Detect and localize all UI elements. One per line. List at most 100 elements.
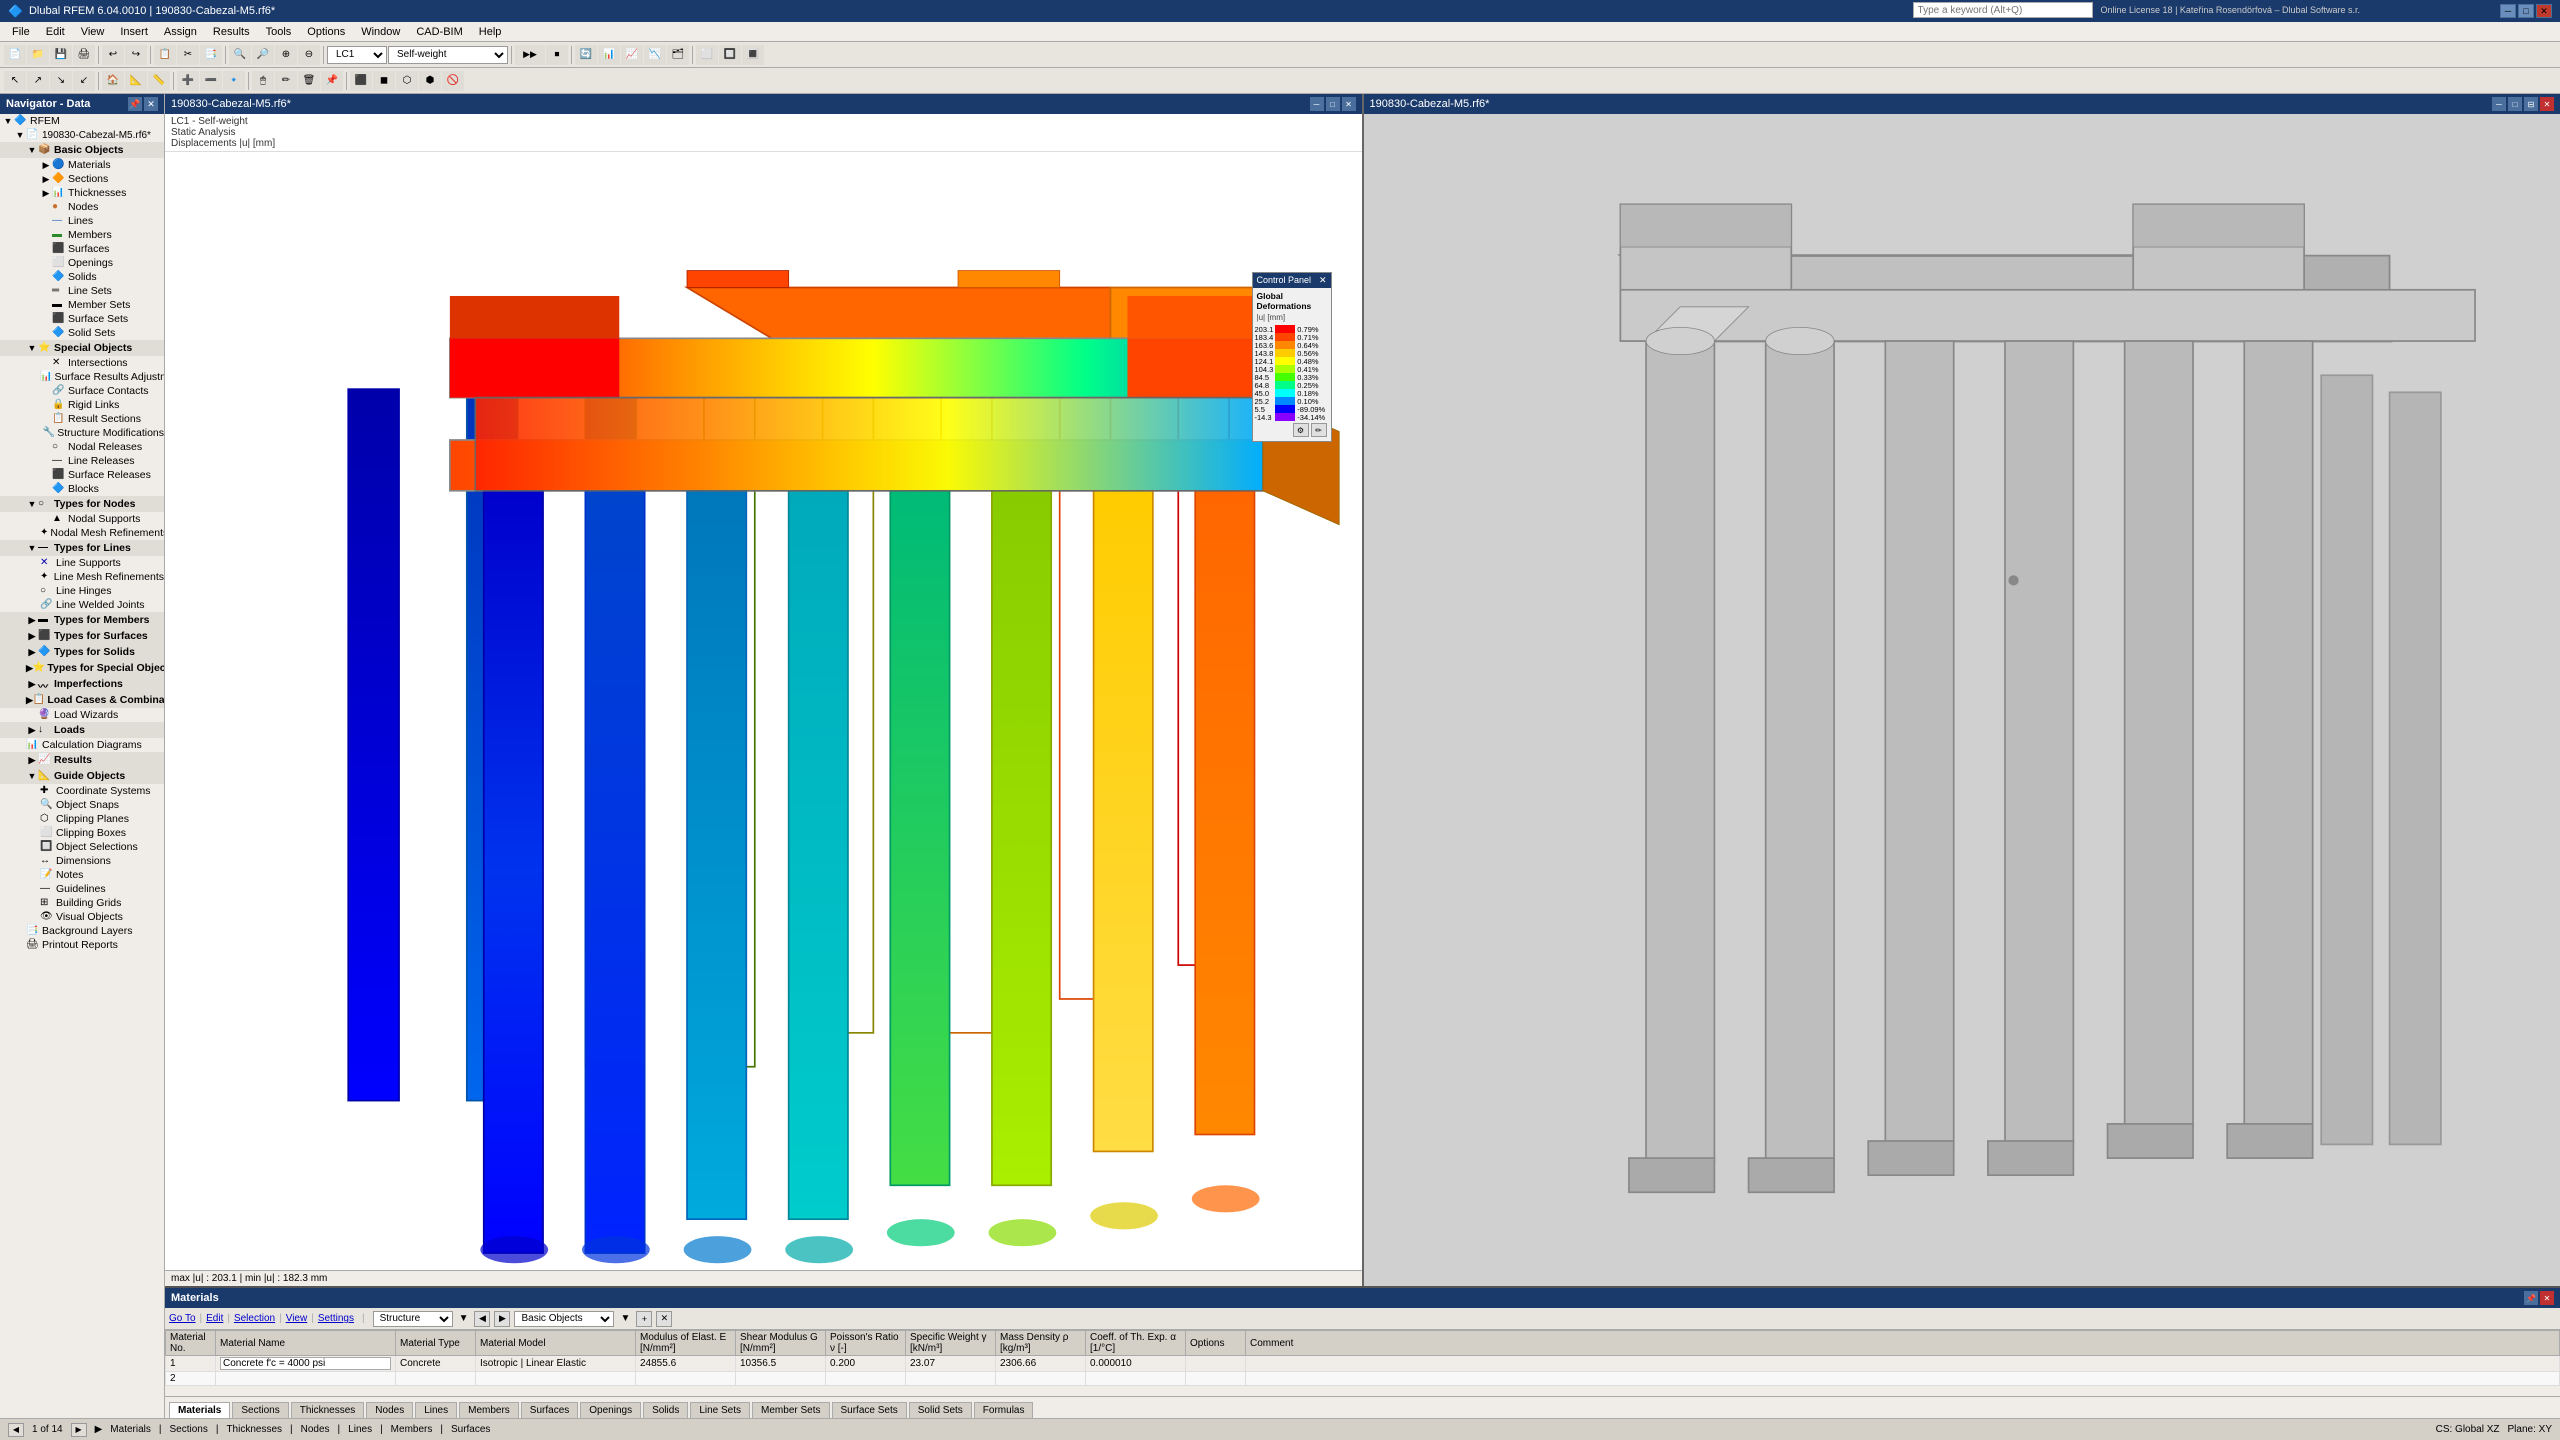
lc-combo[interactable]: LC1 <box>327 46 387 64</box>
menu-item-help[interactable]: Help <box>471 24 510 40</box>
mat-nav-next[interactable]: ▶ <box>494 1311 510 1327</box>
tree-item-line-supports[interactable]: ✕ Line Supports <box>0 556 164 570</box>
tree-item-blocks[interactable]: 🔷 Blocks <box>0 482 164 496</box>
toolbar2-btn8[interactable]: ➕ <box>177 71 199 91</box>
toolbar2-btn10[interactable]: 🔹 <box>223 71 245 91</box>
tree-item-openings[interactable]: ⬜ Openings <box>0 256 164 270</box>
toolbar2-btn18[interactable]: ⬢ <box>419 71 441 91</box>
tree-item-solids[interactable]: 🔷 Solids <box>0 270 164 284</box>
tree-item-lines[interactable]: — Lines <box>0 214 164 228</box>
tree-item-clipping-boxes[interactable]: ⬜ Clipping Boxes <box>0 826 164 840</box>
tree-item-result-sections[interactable]: 📋 Result Sections <box>0 412 164 426</box>
tree-item-dimensions[interactable]: ↔ Dimensions <box>0 854 164 868</box>
tree-item-rigid-links[interactable]: 🔒 Rigid Links <box>0 398 164 412</box>
tab-member-sets[interactable]: Member Sets <box>752 1402 829 1418</box>
vl-close[interactable]: ✕ <box>1342 97 1356 111</box>
toolbar-view2[interactable]: 🔲 <box>719 45 741 65</box>
tree-item-types-special[interactable]: ▶ ⭐ Types for Special Objects <box>0 660 164 676</box>
tree-item-guidelines[interactable]: — Guidelines <box>0 882 164 896</box>
toolbar-extra3[interactable]: 📈 <box>621 45 643 65</box>
tree-item-coord-systems[interactable]: ✚ Coordinate Systems <box>0 784 164 798</box>
view-label[interactable]: View <box>286 1313 308 1324</box>
tree-item-line-mesh-ref[interactable]: ✦ Line Mesh Refinements <box>0 570 164 584</box>
cp-settings-btn[interactable]: ⚙ <box>1293 423 1309 437</box>
toolbar-extra4[interactable]: 📉 <box>644 45 666 65</box>
stop-btn[interactable]: ⏹ <box>546 45 568 65</box>
tab-lines[interactable]: Lines <box>415 1402 457 1418</box>
toolbar2-btn4[interactable]: ↙ <box>73 71 95 91</box>
tree-item-line-sets[interactable]: ═ Line Sets <box>0 284 164 298</box>
toolbar-extra1[interactable]: 🔄 <box>575 45 597 65</box>
tree-item-surface-releases[interactable]: ⬛ Surface Releases <box>0 468 164 482</box>
search-input[interactable] <box>1913 2 2093 18</box>
toolbar-btn8[interactable]: ⊕ <box>275 45 297 65</box>
tree-item-members[interactable]: ▬ Members <box>0 228 164 242</box>
toolbar-btn3[interactable]: 📋 <box>154 45 176 65</box>
tree-item-surface-results-adj[interactable]: 📊 Surface Results Adjustments <box>0 370 164 384</box>
mat-close-btn[interactable]: ✕ <box>2540 1291 2554 1305</box>
tree-item-types-solids[interactable]: ▶ 🔷 Types for Solids <box>0 644 164 660</box>
status-next-btn[interactable]: ▶ <box>71 1423 87 1437</box>
toolbar2-btn7[interactable]: 📏 <box>148 71 170 91</box>
vl-minimize[interactable]: ─ <box>1310 97 1324 111</box>
toolbar2-btn14[interactable]: 📌 <box>321 71 343 91</box>
toolbar2-btn16[interactable]: ◼ <box>373 71 395 91</box>
tree-item-visual-objects[interactable]: 👁 Visual Objects <box>0 910 164 924</box>
tree-item-loads[interactable]: ▶ ↓ Loads <box>0 722 164 738</box>
tree-item-thicknesses[interactable]: ▶ 📊 Thicknesses <box>0 186 164 200</box>
tree-item-line-welded-joints[interactable]: 🔗 Line Welded Joints <box>0 598 164 612</box>
close-button[interactable]: ✕ <box>2536 4 2552 18</box>
tree-item-sections[interactable]: ▶ 🔶 Sections <box>0 172 164 186</box>
tab-thicknesses[interactable]: Thicknesses <box>291 1402 365 1418</box>
tab-nodes[interactable]: Nodes <box>366 1402 413 1418</box>
run-btn[interactable]: ▶▶ <box>515 45 545 65</box>
tree-item-background-layers[interactable]: 📑 Background Layers <box>0 924 164 938</box>
menu-item-edit[interactable]: Edit <box>38 24 73 40</box>
new-button[interactable]: 📄 <box>4 45 26 65</box>
tree-item-load-wizards[interactable]: 🔮 Load Wizards <box>0 708 164 722</box>
tree-item-surfaces[interactable]: ⬛ Surfaces <box>0 242 164 256</box>
tab-materials[interactable]: Materials <box>169 1402 230 1418</box>
tree-item-nodal-mesh-ref[interactable]: ✦ Nodal Mesh Refinements <box>0 526 164 540</box>
tab-sections[interactable]: Sections <box>232 1402 288 1418</box>
tab-line-sets[interactable]: Line Sets <box>690 1402 750 1418</box>
toolbar2-btn2[interactable]: ↗ <box>27 71 49 91</box>
toolbar2-btn9[interactable]: ➖ <box>200 71 222 91</box>
print-button[interactable]: 🖨 <box>73 45 95 65</box>
lc-label-combo[interactable]: Self-weight <box>388 46 508 64</box>
tree-item-surface-contacts[interactable]: 🔗 Surface Contacts <box>0 384 164 398</box>
toolbar2-btn13[interactable]: 🗑 <box>298 71 320 91</box>
tab-solid-sets[interactable]: Solid Sets <box>909 1402 972 1418</box>
tree-item-line-hinges[interactable]: ○ Line Hinges <box>0 584 164 598</box>
redo-button[interactable]: ↪ <box>125 45 147 65</box>
vr-maximize[interactable]: □ <box>2508 97 2522 111</box>
tree-item-building-grids[interactable]: ⊞ Building Grids <box>0 896 164 910</box>
tree-item-basic-objects[interactable]: ▼ 📦 Basic Objects <box>0 142 164 158</box>
toolbar-btn5[interactable]: 📑 <box>200 45 222 65</box>
toolbar-btn4[interactable]: ✂ <box>177 45 199 65</box>
tree-item-results[interactable]: ▶ 📈 Results <box>0 752 164 768</box>
status-prev-btn[interactable]: ◀ <box>8 1423 24 1437</box>
toolbar2-btn12[interactable]: ✏ <box>275 71 297 91</box>
tree-item-notes[interactable]: 📝 Notes <box>0 868 164 882</box>
toolbar-btn7[interactable]: 🔎 <box>252 45 274 65</box>
mat-pin-btn[interactable]: 📌 <box>2524 1291 2538 1305</box>
edit-label[interactable]: Edit <box>206 1313 223 1324</box>
tab-openings[interactable]: Openings <box>580 1402 641 1418</box>
selection-label[interactable]: Selection <box>234 1313 275 1324</box>
mat-filter-combo2[interactable]: Basic Objects <box>514 1311 614 1327</box>
tab-surfaces[interactable]: Surfaces <box>521 1402 578 1418</box>
tree-item-imperfections[interactable]: ▶ 〰 Imperfections <box>0 676 164 692</box>
toolbar-view1[interactable]: ⬜ <box>696 45 718 65</box>
tree-item-load-cases[interactable]: ▶ 📋 Load Cases & Combinations <box>0 692 164 708</box>
tree-item-file[interactable]: ▼ 📄 190830-Cabezal-M5.rf6* <box>0 128 164 142</box>
tree-item-nodes[interactable]: ● Nodes <box>0 200 164 214</box>
tree-item-calc-diagrams[interactable]: 📊 Calculation Diagrams <box>0 738 164 752</box>
tree-item-nodal-supports[interactable]: ▲ Nodal Supports <box>0 512 164 526</box>
toolbar2-btn17[interactable]: ⬡ <box>396 71 418 91</box>
tree-item-types-members[interactable]: ▶ ▬ Types for Members <box>0 612 164 628</box>
vr-minimize[interactable]: ─ <box>2492 97 2506 111</box>
toolbar2-btn15[interactable]: ⬛ <box>350 71 372 91</box>
tree-item-special-objects[interactable]: ▼ ⭐ Special Objects <box>0 340 164 356</box>
toolbar2-btn3[interactable]: ↘ <box>50 71 72 91</box>
